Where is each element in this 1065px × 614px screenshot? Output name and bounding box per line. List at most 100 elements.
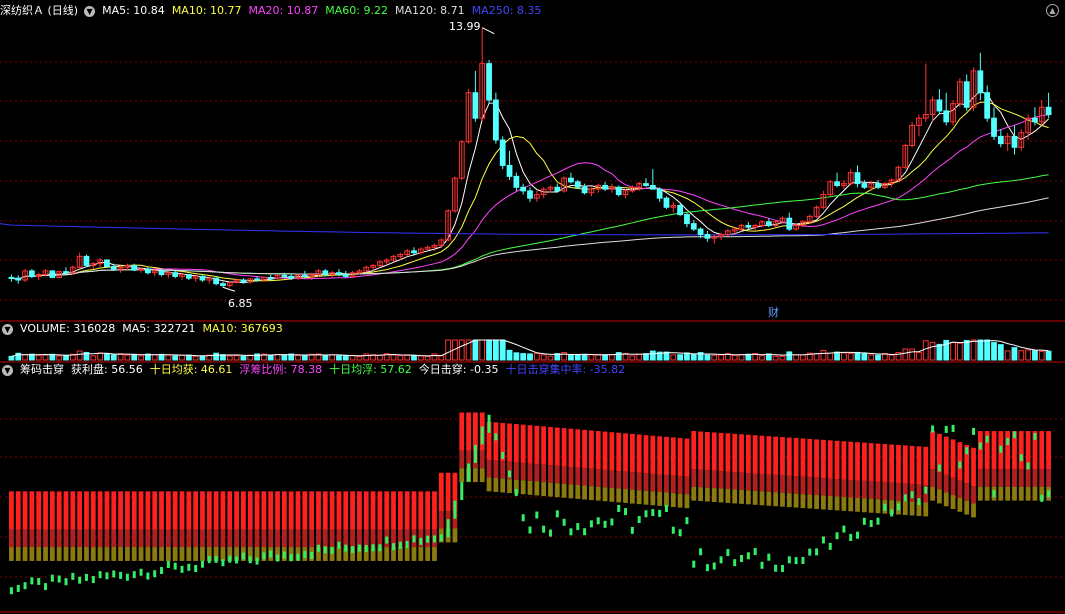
chip-bar-low — [705, 487, 710, 502]
chip-bar-low — [711, 488, 717, 503]
candle — [684, 212, 690, 228]
profit-tick — [460, 482, 464, 501]
volume-bar — [956, 342, 963, 361]
chip-bar-top — [336, 491, 342, 530]
chip-bar-low — [855, 497, 860, 512]
chip-bar-top — [684, 438, 690, 477]
ma5-line — [11, 90, 1049, 284]
candle — [827, 180, 834, 197]
chip-bar-mid — [138, 529, 144, 548]
chip-bar-top — [623, 433, 628, 472]
chip-bar — [752, 435, 758, 505]
profit-tick — [508, 470, 512, 478]
volume-bar — [574, 354, 581, 361]
chip-bar — [1039, 431, 1045, 501]
chart-canvas[interactable] — [0, 0, 1065, 614]
profit-tick — [1033, 432, 1037, 440]
chip-bar-low — [507, 479, 512, 494]
chip-bar-mid — [268, 529, 274, 548]
chip-bar-top — [670, 437, 676, 476]
candle — [540, 187, 547, 199]
chip-bar-top — [971, 447, 976, 487]
chip-bar-top — [281, 491, 287, 530]
chip-bar — [677, 438, 683, 508]
profit-tick — [501, 451, 505, 459]
chip-bar — [36, 491, 42, 561]
candle — [929, 96, 936, 122]
chip-bar-mid — [152, 529, 158, 548]
volume-bar — [356, 356, 363, 361]
volume-bar — [520, 353, 527, 361]
profit-tick — [794, 557, 798, 565]
candle — [49, 270, 56, 279]
candle-body — [281, 274, 288, 277]
volume-bar — [342, 355, 349, 361]
chip-bar-top — [384, 491, 390, 530]
chip-bar-mid — [104, 529, 110, 548]
chip-bar-low — [616, 488, 622, 503]
candle-body — [697, 228, 704, 236]
candle — [172, 270, 179, 279]
volume-bar — [1038, 350, 1045, 361]
collapse-icon[interactable]: ▼ — [84, 5, 96, 17]
chip-bar-top — [616, 432, 622, 472]
chip-bar-top — [70, 491, 76, 530]
volume-bar — [1011, 347, 1018, 361]
chip-bar-low — [172, 547, 178, 561]
chip-bar — [589, 430, 594, 501]
main-legend: 深纺织Ａ (日线) ▼ MA5: 10.84 MA10: 10.77 MA20:… — [0, 3, 548, 19]
finance-marker[interactable]: 财 — [768, 304, 779, 320]
collapse-icon[interactable]: ▼ — [2, 364, 13, 376]
chip-bar-low — [548, 482, 553, 497]
chip-bar-top — [97, 491, 103, 530]
volume-bar — [950, 341, 956, 361]
chip-bar — [548, 426, 553, 497]
chip-bar-mid — [145, 529, 151, 548]
candle — [656, 187, 663, 202]
profit-tick — [1047, 490, 1051, 498]
chip-bar — [438, 472, 444, 543]
chip-bar-top — [397, 491, 403, 530]
candle-body — [963, 81, 970, 108]
chip-bar-top — [425, 491, 431, 530]
chip-bar — [991, 431, 997, 501]
chip-bar — [582, 429, 587, 500]
volume-bar — [738, 354, 745, 361]
chip-bar-low — [111, 547, 117, 561]
chip-bar-low — [902, 501, 908, 516]
candle-body — [745, 224, 752, 228]
chip-bar — [691, 431, 697, 501]
profit-tick — [166, 560, 170, 568]
chip-bar-low — [780, 492, 785, 507]
chip-bar-top — [513, 424, 519, 463]
chip-bar — [800, 438, 806, 509]
ma250-line — [0, 223, 1049, 236]
candle-body — [8, 276, 15, 279]
profit-tick — [569, 528, 573, 536]
candle-body — [991, 117, 997, 137]
chip-bar-low — [486, 477, 492, 492]
profit-tick — [132, 571, 136, 579]
stock-chart-window: 深纺织Ａ (日线) ▼ MA5: 10.84 MA10: 10.77 MA20:… — [0, 0, 1065, 614]
chip-bar-top — [923, 446, 929, 486]
profit-tick — [958, 461, 962, 469]
volume-bar — [233, 355, 240, 361]
profit-tick — [596, 517, 600, 525]
chip-bar-low — [9, 547, 14, 561]
profit-tick — [221, 559, 225, 567]
expand-icon[interactable]: ▲ — [1046, 4, 1059, 17]
chip-bar-low — [36, 547, 42, 561]
candle-body — [875, 183, 881, 188]
chip-bar-low — [56, 547, 62, 561]
volume-bar — [813, 353, 820, 361]
collapse-icon[interactable]: ▼ — [2, 323, 13, 335]
chip-bar — [84, 491, 89, 561]
chip-bar-mid — [288, 529, 294, 548]
profit-tick — [473, 444, 477, 463]
candle — [963, 74, 970, 111]
volume-bar — [42, 354, 49, 361]
chip-bar-mid — [711, 470, 717, 489]
candle — [213, 277, 220, 286]
profit-tick — [153, 570, 157, 578]
candle — [608, 183, 615, 193]
